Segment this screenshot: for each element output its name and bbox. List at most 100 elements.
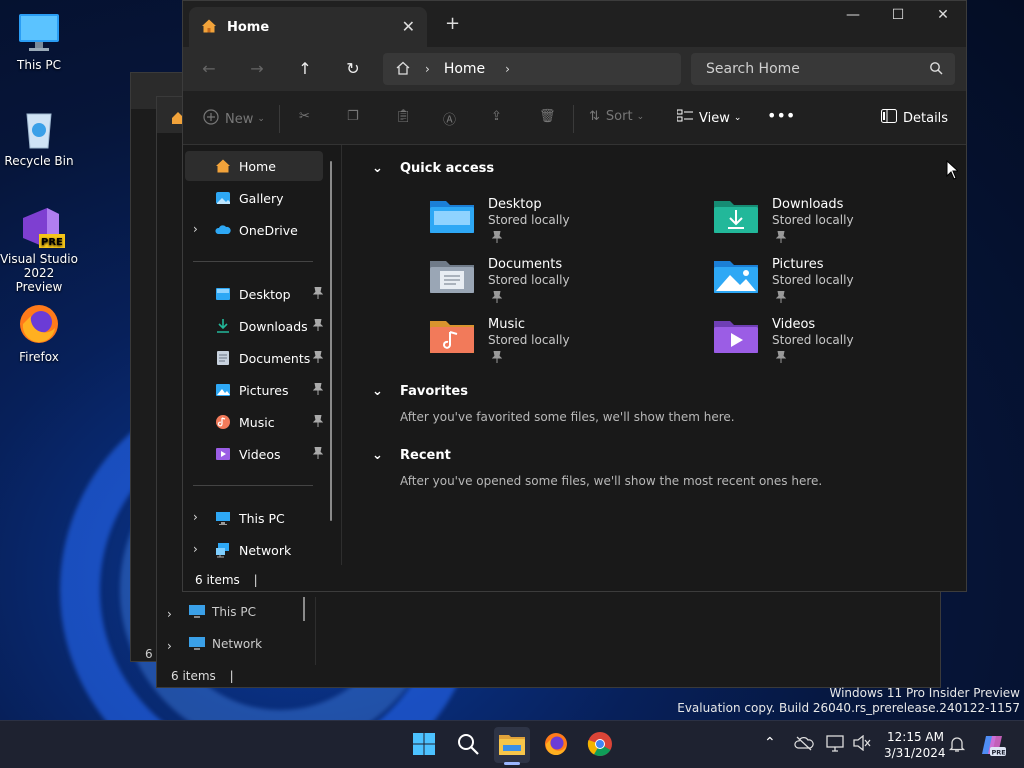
windows-logo-icon bbox=[412, 732, 436, 759]
chevron-up-icon[interactable]: ⌃ bbox=[764, 735, 784, 755]
favorites-header[interactable]: ⌄ Favorites bbox=[372, 384, 468, 399]
breadcrumb-chevron-icon[interactable]: › bbox=[505, 62, 510, 76]
recycle-bin-icon bbox=[17, 106, 61, 150]
paste-icon[interactable]: 📋︎ bbox=[395, 109, 412, 124]
network-status-icon[interactable] bbox=[826, 735, 846, 755]
more-options-icon[interactable]: ••• bbox=[767, 106, 795, 125]
background-nav-this-pc[interactable]: This PC bbox=[212, 605, 256, 619]
back-icon[interactable]: ← bbox=[197, 59, 221, 79]
chevron-down-icon[interactable]: ⌄ bbox=[372, 161, 383, 176]
desktop-icon-firefox[interactable]: Firefox bbox=[0, 302, 78, 364]
sidebar-item-onedrive[interactable]: › OneDrive bbox=[185, 215, 323, 245]
sidebar-item-home[interactable]: Home bbox=[185, 151, 323, 181]
sidebar-item-gallery[interactable]: Gallery bbox=[185, 183, 323, 213]
new-button[interactable]: New ⌄ bbox=[203, 109, 265, 129]
home-icon bbox=[201, 18, 217, 37]
pin-icon[interactable] bbox=[312, 350, 324, 366]
view-button[interactable]: View ⌄ bbox=[676, 109, 741, 127]
chevron-down-icon[interactable]: ⌄ bbox=[372, 448, 383, 463]
quick-access-music[interactable]: Music Stored locally bbox=[430, 317, 690, 373]
taskbar-chrome[interactable] bbox=[582, 727, 618, 763]
notification-bell-icon[interactable] bbox=[948, 735, 968, 755]
sidebar-item-pictures[interactable]: Pictures bbox=[185, 375, 324, 405]
cut-icon[interactable]: ✂ bbox=[299, 109, 310, 124]
sidebar-item-downloads[interactable]: Downloads bbox=[185, 311, 324, 341]
quick-access-desktop[interactable]: Desktop Stored locally bbox=[430, 197, 690, 253]
navigation-pane: Home Gallery › OneDrive Desktop Download… bbox=[183, 145, 335, 565]
network-icon bbox=[215, 542, 231, 558]
search-icon[interactable] bbox=[929, 61, 943, 79]
status-item-count: 6 items bbox=[195, 573, 240, 587]
breadcrumb-home[interactable]: Home bbox=[444, 61, 485, 77]
running-indicator bbox=[504, 762, 520, 765]
new-tab-icon[interactable]: + bbox=[445, 13, 460, 34]
taskbar: ⌃ 12:15 AM 3/31/2024 PRE bbox=[0, 720, 1024, 768]
desktop-icon-this-pc[interactable]: This PC bbox=[0, 10, 78, 72]
pin-icon[interactable] bbox=[312, 414, 324, 430]
sidebar-item-network[interactable]: › Network bbox=[185, 535, 323, 565]
recent-empty-message: After you've opened some files, we'll sh… bbox=[400, 474, 823, 488]
sort-button[interactable]: ⇅ Sort ⌄ bbox=[589, 109, 644, 124]
file-explorer-window[interactable]: Home ✕ + — ☐ ✕ ← → ↑ ↻ › Home › Search H… bbox=[182, 0, 967, 592]
background-nav-network[interactable]: Network bbox=[212, 637, 262, 651]
system-clock[interactable]: 12:15 AM 3/31/2024 bbox=[884, 729, 946, 761]
breadcrumb-chevron-icon[interactable]: › bbox=[425, 62, 430, 76]
command-bar: New ⌄ ✂ ❐ 📋︎ Ⓐ ⇪ 🗑︎ ⇅ Sort ⌄ View ⌄ ••• … bbox=[183, 91, 966, 145]
search-button[interactable] bbox=[450, 727, 486, 763]
volume-muted-icon[interactable] bbox=[852, 734, 872, 755]
desktop-icon-recycle-bin[interactable]: Recycle Bin bbox=[0, 106, 78, 168]
sidebar-scrollbar[interactable] bbox=[330, 161, 332, 521]
refresh-icon[interactable]: ↻ bbox=[341, 59, 365, 79]
background-status-items: 6 items bbox=[171, 669, 216, 683]
pin-icon[interactable] bbox=[312, 446, 324, 462]
sidebar-item-documents[interactable]: Documents bbox=[185, 343, 324, 373]
copy-icon[interactable]: ❐ bbox=[347, 109, 359, 124]
home-outline-icon[interactable] bbox=[395, 60, 411, 79]
chevron-down-icon[interactable]: ⌄ bbox=[372, 384, 383, 399]
sidebar-item-label: Home bbox=[239, 158, 276, 174]
tab-home[interactable]: Home ✕ bbox=[189, 7, 427, 47]
quick-access-downloads[interactable]: Downloads Stored locally bbox=[714, 197, 974, 253]
start-button[interactable] bbox=[406, 727, 442, 763]
taskbar-firefox[interactable] bbox=[538, 727, 574, 763]
chevron-right-icon[interactable]: › bbox=[193, 222, 198, 236]
address-bar[interactable]: › Home › bbox=[383, 53, 681, 85]
quick-access-documents[interactable]: Documents Stored locally bbox=[430, 257, 690, 313]
delete-icon[interactable]: 🗑︎ bbox=[539, 109, 556, 124]
status-bar: 6 items | bbox=[195, 573, 258, 587]
recent-header[interactable]: ⌄ Recent bbox=[372, 448, 451, 463]
clock-time: 12:15 AM bbox=[887, 730, 944, 744]
search-placeholder: Search Home bbox=[706, 61, 800, 77]
forward-icon[interactable]: → bbox=[245, 59, 269, 79]
maximize-icon[interactable]: ☐ bbox=[878, 7, 918, 27]
quick-access-pictures[interactable]: Pictures Stored locally bbox=[714, 257, 974, 313]
details-button[interactable]: Details bbox=[881, 109, 948, 127]
divider bbox=[193, 261, 313, 262]
sidebar-item-label: Music bbox=[239, 414, 275, 430]
pin-icon[interactable] bbox=[312, 318, 324, 334]
share-icon[interactable]: ⇪ bbox=[491, 109, 502, 124]
minimize-icon[interactable]: — bbox=[833, 7, 873, 27]
quick-access-videos[interactable]: Videos Stored locally bbox=[714, 317, 974, 373]
pin-icon[interactable] bbox=[312, 286, 324, 302]
close-tab-icon[interactable]: ✕ bbox=[402, 17, 415, 36]
sidebar-item-this-pc[interactable]: › This PC bbox=[185, 503, 323, 533]
chevron-right-icon[interactable]: › bbox=[193, 510, 198, 524]
copilot-preview-icon[interactable]: PRE bbox=[980, 732, 1006, 758]
desktop-icon-visual-studio[interactable]: PRE Visual Studio 2022 Preview bbox=[0, 204, 78, 294]
quick-access-header[interactable]: ⌄ Quick access bbox=[372, 161, 494, 176]
sidebar-item-desktop[interactable]: Desktop bbox=[185, 279, 324, 309]
quick-access-name: Documents bbox=[488, 257, 563, 272]
taskbar-file-explorer[interactable] bbox=[494, 727, 530, 765]
sidebar-item-videos[interactable]: Videos bbox=[185, 439, 324, 469]
scrollbar[interactable] bbox=[303, 597, 305, 621]
chevron-right-icon[interactable]: › bbox=[193, 542, 198, 556]
close-window-icon[interactable]: ✕ bbox=[923, 7, 963, 27]
search-input[interactable]: Search Home bbox=[691, 53, 955, 85]
video-icon bbox=[215, 446, 231, 462]
pin-icon[interactable] bbox=[312, 382, 324, 398]
up-icon[interactable]: ↑ bbox=[293, 59, 317, 79]
cloud-offline-icon[interactable] bbox=[794, 735, 814, 755]
rename-icon[interactable]: Ⓐ bbox=[443, 109, 456, 128]
sidebar-item-music[interactable]: Music bbox=[185, 407, 324, 437]
